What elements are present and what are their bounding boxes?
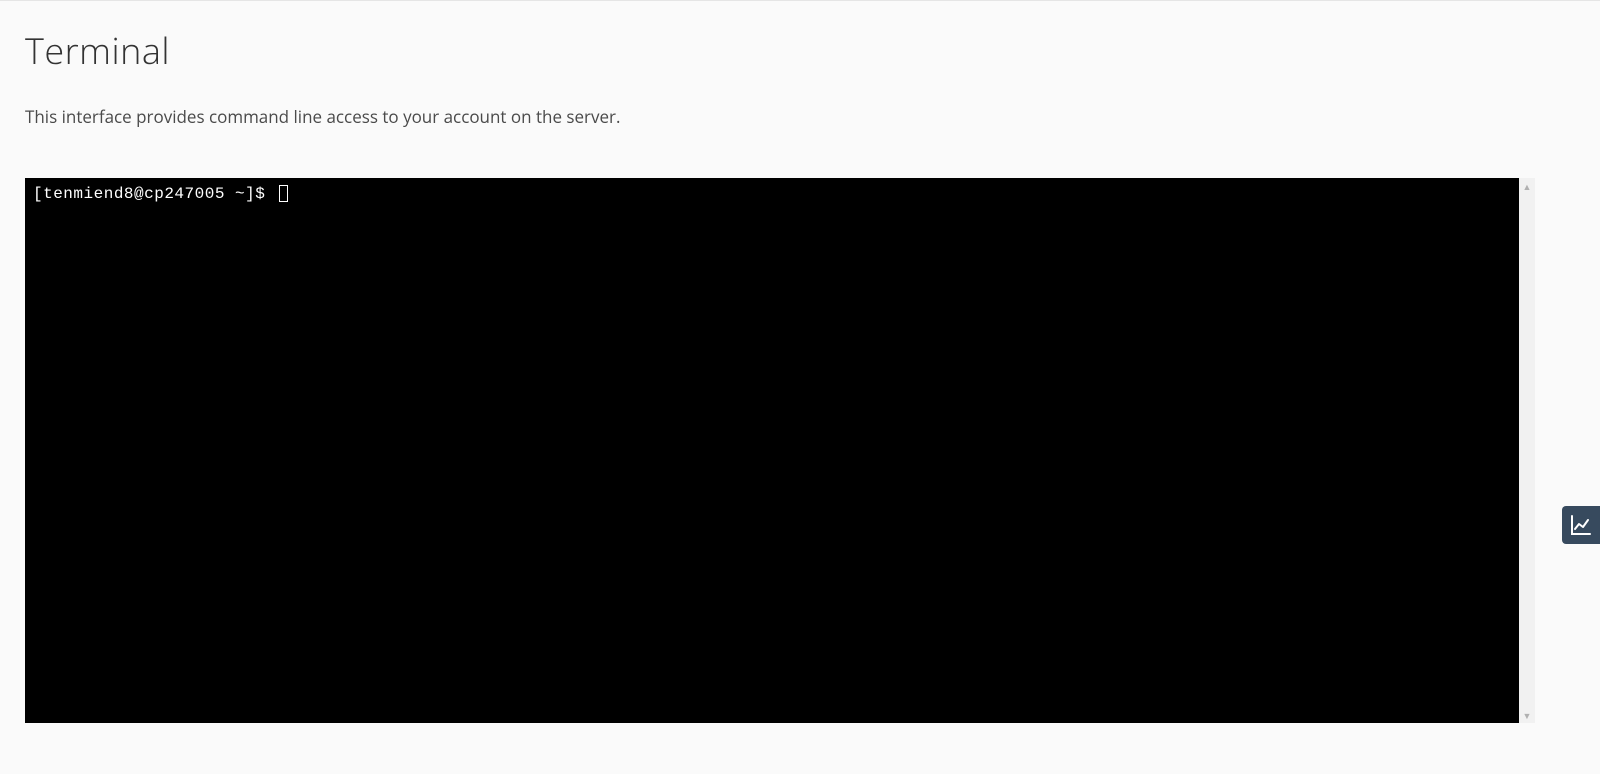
terminal-scrollbar[interactable]: ▲ ▼ — [1519, 178, 1535, 723]
terminal-console[interactable]: [tenmiend8@cp247005 ~]$ — [25, 178, 1519, 723]
chart-icon — [1569, 513, 1593, 537]
page-title: Terminal — [25, 26, 1575, 75]
terminal-wrapper: [tenmiend8@cp247005 ~]$ ▲ ▼ — [25, 178, 1535, 723]
terminal-cursor — [279, 185, 288, 202]
terminal-prompt: [tenmiend8@cp247005 ~]$ — [33, 185, 275, 203]
main-content: Terminal This interface provides command… — [0, 1, 1600, 723]
scroll-down-arrow[interactable]: ▼ — [1519, 707, 1535, 723]
stats-side-tab[interactable] — [1562, 506, 1600, 544]
scroll-up-arrow[interactable]: ▲ — [1519, 178, 1535, 194]
page-description: This interface provides command line acc… — [25, 105, 1575, 128]
